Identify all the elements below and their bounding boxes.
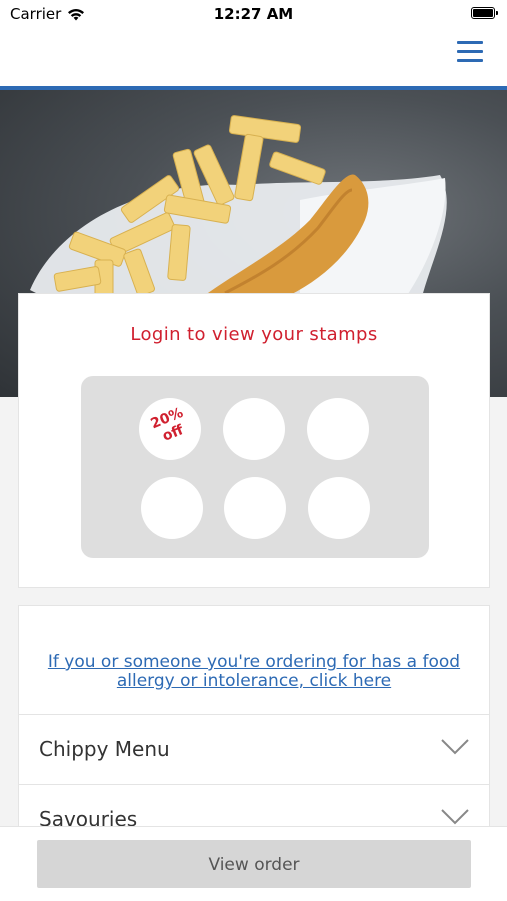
nav-bar [0, 28, 507, 90]
status-bar: Carrier 12:27 AM [0, 0, 507, 28]
hamburger-menu-icon[interactable] [457, 40, 483, 62]
stamp-panel: 20% off [81, 376, 429, 558]
reward-label: 20% off [135, 400, 204, 453]
stamp-login-prompt[interactable]: Login to view your stamps [19, 324, 489, 345]
stamp-card: Login to view your stamps 20% off [18, 293, 490, 588]
stamp-slot [307, 398, 369, 460]
battery-icon [471, 7, 498, 19]
stamp-slot-reward: 20% off [139, 398, 201, 460]
view-order-button[interactable]: View order [37, 840, 471, 888]
status-time: 12:27 AM [213, 5, 294, 23]
menu-category-chippy-menu[interactable]: Chippy Menu [19, 714, 489, 784]
bottom-bar: View order [0, 826, 507, 901]
stamp-slot [224, 477, 286, 539]
chevron-down-icon [441, 809, 469, 825]
chevron-down-icon [441, 739, 469, 755]
stamp-slot [223, 398, 285, 460]
stamp-slot [308, 477, 370, 539]
menu-category-label: Chippy Menu [39, 737, 170, 761]
stamp-slot [141, 477, 203, 539]
allergy-info-link[interactable]: If you or someone you're ordering for ha… [39, 653, 469, 691]
menu-card: If you or someone you're ordering for ha… [18, 605, 490, 835]
